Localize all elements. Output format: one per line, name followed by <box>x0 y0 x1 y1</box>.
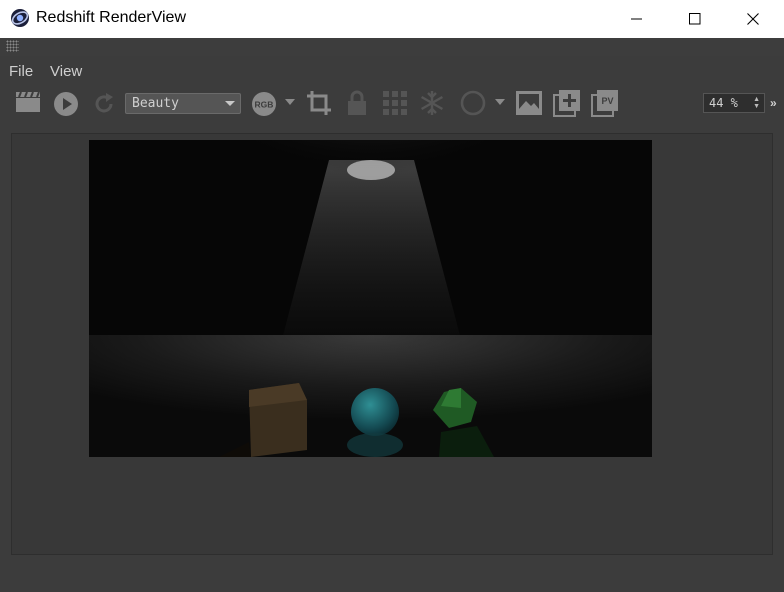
menu-view[interactable]: View <box>50 63 82 80</box>
refresh-icon[interactable] <box>91 91 117 117</box>
spin-arrows-icon[interactable]: ▲ ▼ <box>753 96 760 110</box>
grip-handle-icon[interactable] <box>6 40 19 52</box>
maximize-button[interactable] <box>666 0 724 38</box>
add-snapshot-icon[interactable] <box>553 89 581 117</box>
aov-pass-value: Beauty <box>132 96 179 111</box>
circle-icon[interactable] <box>460 90 486 116</box>
rgb-label: RGB <box>255 100 274 110</box>
lock-icon[interactable] <box>346 89 368 117</box>
title-bar: Redshift RenderView <box>0 0 784 38</box>
menu-file[interactable]: File <box>9 63 33 80</box>
rgb-channel-button[interactable]: RGB <box>251 91 277 117</box>
window-title: Redshift RenderView <box>36 9 187 26</box>
pv-icon[interactable]: PV <box>591 89 619 117</box>
close-button[interactable] <box>724 0 782 38</box>
crop-icon[interactable] <box>305 89 333 117</box>
chevron-down-icon <box>225 101 235 106</box>
maximize-icon <box>689 13 701 25</box>
play-icon[interactable] <box>52 90 80 118</box>
clapperboard-icon[interactable] <box>14 90 42 114</box>
snowflake-icon[interactable] <box>419 90 445 116</box>
zoom-value: 44 % <box>709 96 738 110</box>
toolbar-overflow-icon[interactable]: » <box>770 96 777 110</box>
status-bar <box>0 560 784 592</box>
zoom-spinbox[interactable]: 44 % ▲ ▼ <box>703 93 765 113</box>
grid-icon[interactable] <box>382 90 408 116</box>
minimize-icon <box>631 13 643 25</box>
close-icon <box>747 13 759 25</box>
render-image <box>89 140 652 457</box>
dock-grip-bar <box>0 38 784 56</box>
pv-label: PV <box>601 96 613 106</box>
aov-pass-select[interactable]: Beauty <box>125 93 241 114</box>
redshift-app-icon <box>10 8 30 28</box>
rgb-dropdown-arrow-icon[interactable] <box>284 98 296 106</box>
circle-dropdown-arrow-icon[interactable] <box>494 98 506 106</box>
minimize-button[interactable] <box>608 0 666 38</box>
menu-bar: File View <box>0 57 784 85</box>
image-icon[interactable] <box>515 90 543 116</box>
